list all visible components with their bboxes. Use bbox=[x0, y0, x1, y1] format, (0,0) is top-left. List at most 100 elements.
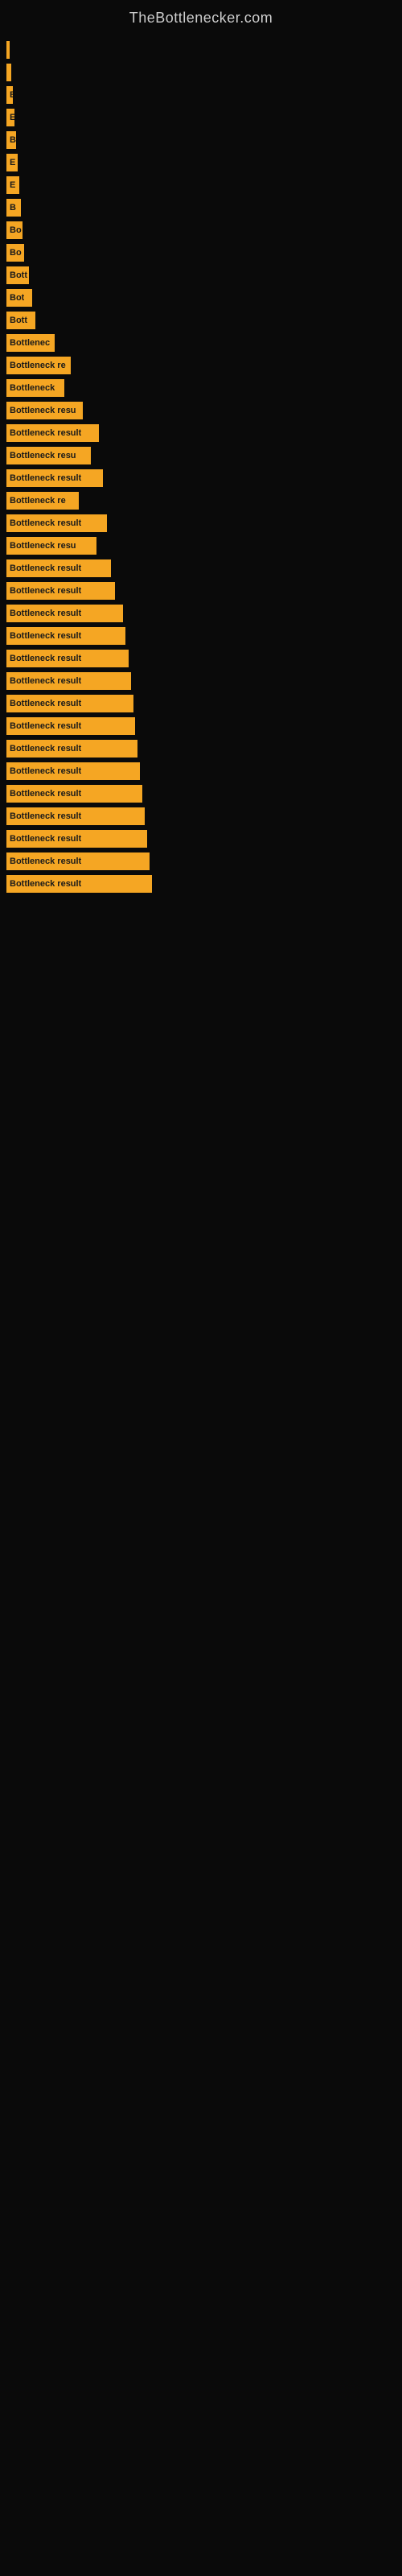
bar-row: Bottleneck re bbox=[0, 357, 402, 374]
bar-label: Bottleneck result bbox=[10, 834, 81, 844]
bar: Bott bbox=[6, 266, 29, 284]
bar-row: B bbox=[0, 199, 402, 217]
bar-row: Bottleneck result bbox=[0, 830, 402, 848]
bar: E bbox=[6, 86, 13, 104]
bar-label: Bottleneck result bbox=[10, 766, 81, 776]
bar bbox=[6, 41, 10, 59]
bar-row: Bottleneck result bbox=[0, 582, 402, 600]
bar-label: Bottleneck resu bbox=[10, 541, 76, 551]
bar-label: Bottleneck resu bbox=[10, 406, 76, 415]
bar: B bbox=[6, 199, 21, 217]
bar-row bbox=[0, 41, 402, 59]
bar-label: Bottleneck result bbox=[10, 586, 81, 596]
bar: Bottleneck result bbox=[6, 875, 152, 893]
bar-row: Bott bbox=[0, 312, 402, 329]
bar-row: Bottleneck result bbox=[0, 717, 402, 735]
bar-row: E bbox=[0, 86, 402, 104]
bar-label: Bottleneck result bbox=[10, 811, 81, 821]
bar-row: Bottleneck resu bbox=[0, 537, 402, 555]
bar: Bott bbox=[6, 312, 35, 329]
bar: Bottleneck resu bbox=[6, 402, 83, 419]
bar-label: E bbox=[10, 158, 15, 167]
bar-row: Bottleneck resu bbox=[0, 402, 402, 419]
bar: Bottleneck result bbox=[6, 469, 103, 487]
bar-row: Bottleneck result bbox=[0, 514, 402, 532]
bar-row: Bottleneck result bbox=[0, 852, 402, 870]
bar-row: Bottleneck result bbox=[0, 672, 402, 690]
bar: Bottleneck result bbox=[6, 559, 111, 577]
bar-label: B bbox=[10, 203, 16, 213]
bar-label: Bottleneck re bbox=[10, 361, 66, 370]
bar-label: Bottleneck result bbox=[10, 564, 81, 573]
bar-row: Bottleneck result bbox=[0, 469, 402, 487]
bar-label: B bbox=[10, 135, 16, 145]
bar-row: Bot bbox=[0, 289, 402, 307]
bar-label: Bottleneck bbox=[10, 383, 55, 393]
bar-row: Bottleneck result bbox=[0, 807, 402, 825]
bar-row: Bottleneck resu bbox=[0, 447, 402, 464]
bar: Bottleneck resu bbox=[6, 447, 91, 464]
bar-row: Bottleneck result bbox=[0, 875, 402, 893]
bar-row: Bottleneck result bbox=[0, 627, 402, 645]
bar: Bottleneck result bbox=[6, 807, 145, 825]
bar-label: Bottleneck result bbox=[10, 879, 81, 889]
bar-label: Bo bbox=[10, 248, 22, 258]
bar: Bottleneck result bbox=[6, 762, 140, 780]
bar-label: Bott bbox=[10, 270, 27, 280]
bar: Bottleneck re bbox=[6, 357, 71, 374]
bar-label: Bottleneck result bbox=[10, 518, 81, 528]
bar-row: Bottleneck result bbox=[0, 605, 402, 622]
bar: Bottleneck re bbox=[6, 492, 79, 510]
bar-label: Bottleneck result bbox=[10, 676, 81, 686]
bar-label: Bottleneck result bbox=[10, 744, 81, 753]
bar-row bbox=[0, 64, 402, 81]
bar: Bottleneck result bbox=[6, 582, 115, 600]
bar: Bottleneck result bbox=[6, 830, 147, 848]
bar-label: Bottleneck result bbox=[10, 473, 81, 483]
bar-label: Bottleneck resu bbox=[10, 451, 76, 460]
bar-label: E bbox=[10, 90, 13, 100]
bar-row: Bottleneck bbox=[0, 379, 402, 397]
bar: Bottleneck result bbox=[6, 717, 135, 735]
bar-row: Bottleneck result bbox=[0, 695, 402, 712]
bar: E bbox=[6, 109, 14, 126]
bar: Bottleneck resu bbox=[6, 537, 96, 555]
bar: Bottleneck result bbox=[6, 650, 129, 667]
bar-label: Bottleneck result bbox=[10, 654, 81, 663]
bar-label: Bottleneck result bbox=[10, 699, 81, 708]
bar: Bo bbox=[6, 221, 23, 239]
bar: Bo bbox=[6, 244, 24, 262]
bar-row: E bbox=[0, 154, 402, 171]
bar bbox=[6, 64, 11, 81]
bar-row: Bottleneck result bbox=[0, 559, 402, 577]
bar: E bbox=[6, 176, 19, 194]
bar: Bottleneck result bbox=[6, 514, 107, 532]
bar-label: Bottleneck re bbox=[10, 496, 66, 506]
bar-row: Bottleneck result bbox=[0, 650, 402, 667]
bar-row: Bo bbox=[0, 244, 402, 262]
bar-row: Bottleneck result bbox=[0, 785, 402, 803]
bar-row: Bottleneck result bbox=[0, 740, 402, 758]
bar-label: Bot bbox=[10, 293, 24, 303]
bar-label: Bottleneck result bbox=[10, 721, 81, 731]
bar-row: Bottlenec bbox=[0, 334, 402, 352]
bar: Bottleneck result bbox=[6, 627, 125, 645]
bar-label: Bo bbox=[10, 225, 22, 235]
bar-label: Bottleneck result bbox=[10, 789, 81, 799]
bar: Bottleneck result bbox=[6, 424, 99, 442]
bar: Bottleneck bbox=[6, 379, 64, 397]
site-title: TheBottlenecker.com bbox=[0, 0, 402, 33]
bar: E bbox=[6, 154, 18, 171]
bar-row: E bbox=[0, 176, 402, 194]
bar-row: Bo bbox=[0, 221, 402, 239]
bar-row: B bbox=[0, 131, 402, 149]
bar-label: E bbox=[10, 113, 14, 122]
bar-row: E bbox=[0, 109, 402, 126]
bar: Bottleneck result bbox=[6, 605, 123, 622]
bar: Bottleneck result bbox=[6, 785, 142, 803]
bar: Bottlenec bbox=[6, 334, 55, 352]
bar-label: Bottlenec bbox=[10, 338, 50, 348]
bar: B bbox=[6, 131, 16, 149]
bar-row: Bottleneck result bbox=[0, 424, 402, 442]
bars-container: EEBEEBBoBoBottBotBottBottlenecBottleneck… bbox=[0, 33, 402, 893]
